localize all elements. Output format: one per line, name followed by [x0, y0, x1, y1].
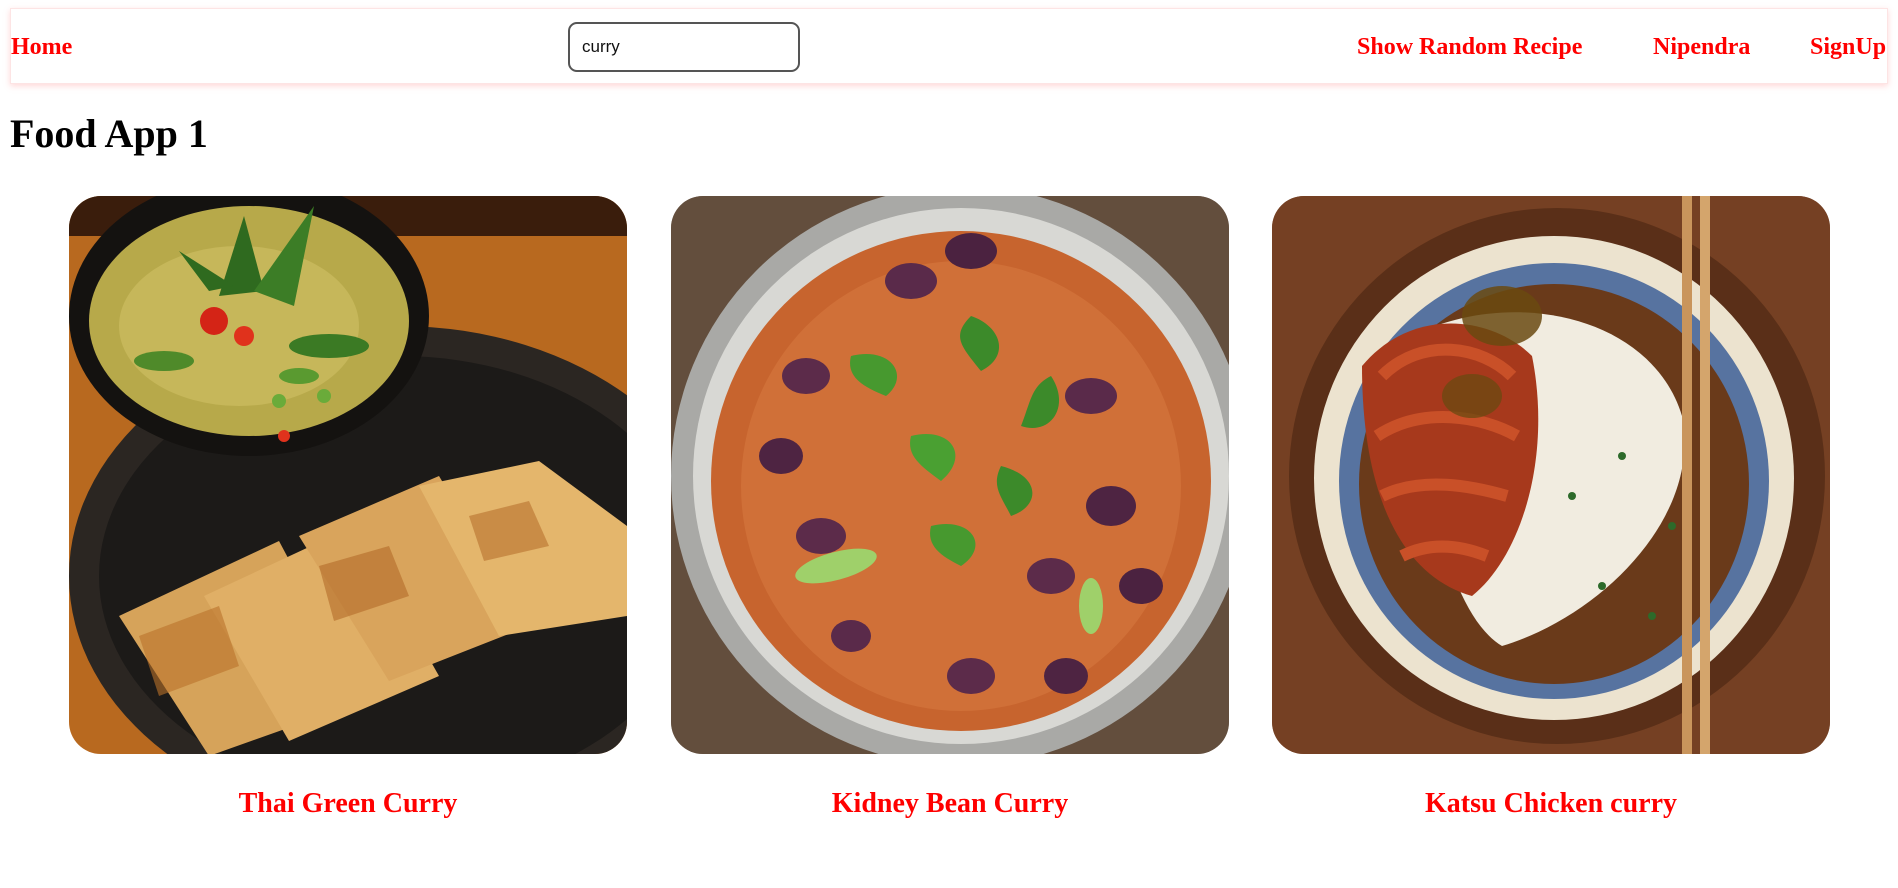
- top-navbar: Home Show Random Recipe Nipendra SignUp: [10, 8, 1888, 84]
- page-title: Food App 1: [10, 111, 208, 156]
- recipe-card[interactable]: Thai Green Curry: [69, 196, 627, 836]
- kidney-bean-curry-photo[interactable]: [671, 196, 1229, 754]
- recipe-card[interactable]: Kidney Bean Curry: [671, 196, 1229, 836]
- recipe-title[interactable]: Katsu Chicken curry: [1272, 788, 1830, 820]
- signup-link[interactable]: SignUp: [1810, 9, 1886, 85]
- show-random-recipe-link[interactable]: Show Random Recipe: [1357, 9, 1582, 85]
- home-link[interactable]: Home: [11, 9, 72, 85]
- recipe-title[interactable]: Kidney Bean Curry: [671, 788, 1229, 820]
- recipe-title[interactable]: Thai Green Curry: [69, 788, 627, 820]
- user-profile-link[interactable]: Nipendra: [1653, 9, 1750, 85]
- recipe-card[interactable]: Katsu Chicken curry: [1272, 196, 1830, 836]
- thai-green-curry-photo[interactable]: [69, 196, 627, 754]
- katsu-chicken-curry-photo[interactable]: [1272, 196, 1830, 754]
- recipe-grid: Thai Green Curry Kidney Bean Curry Katsu…: [0, 196, 1898, 836]
- search-input[interactable]: [568, 22, 800, 72]
